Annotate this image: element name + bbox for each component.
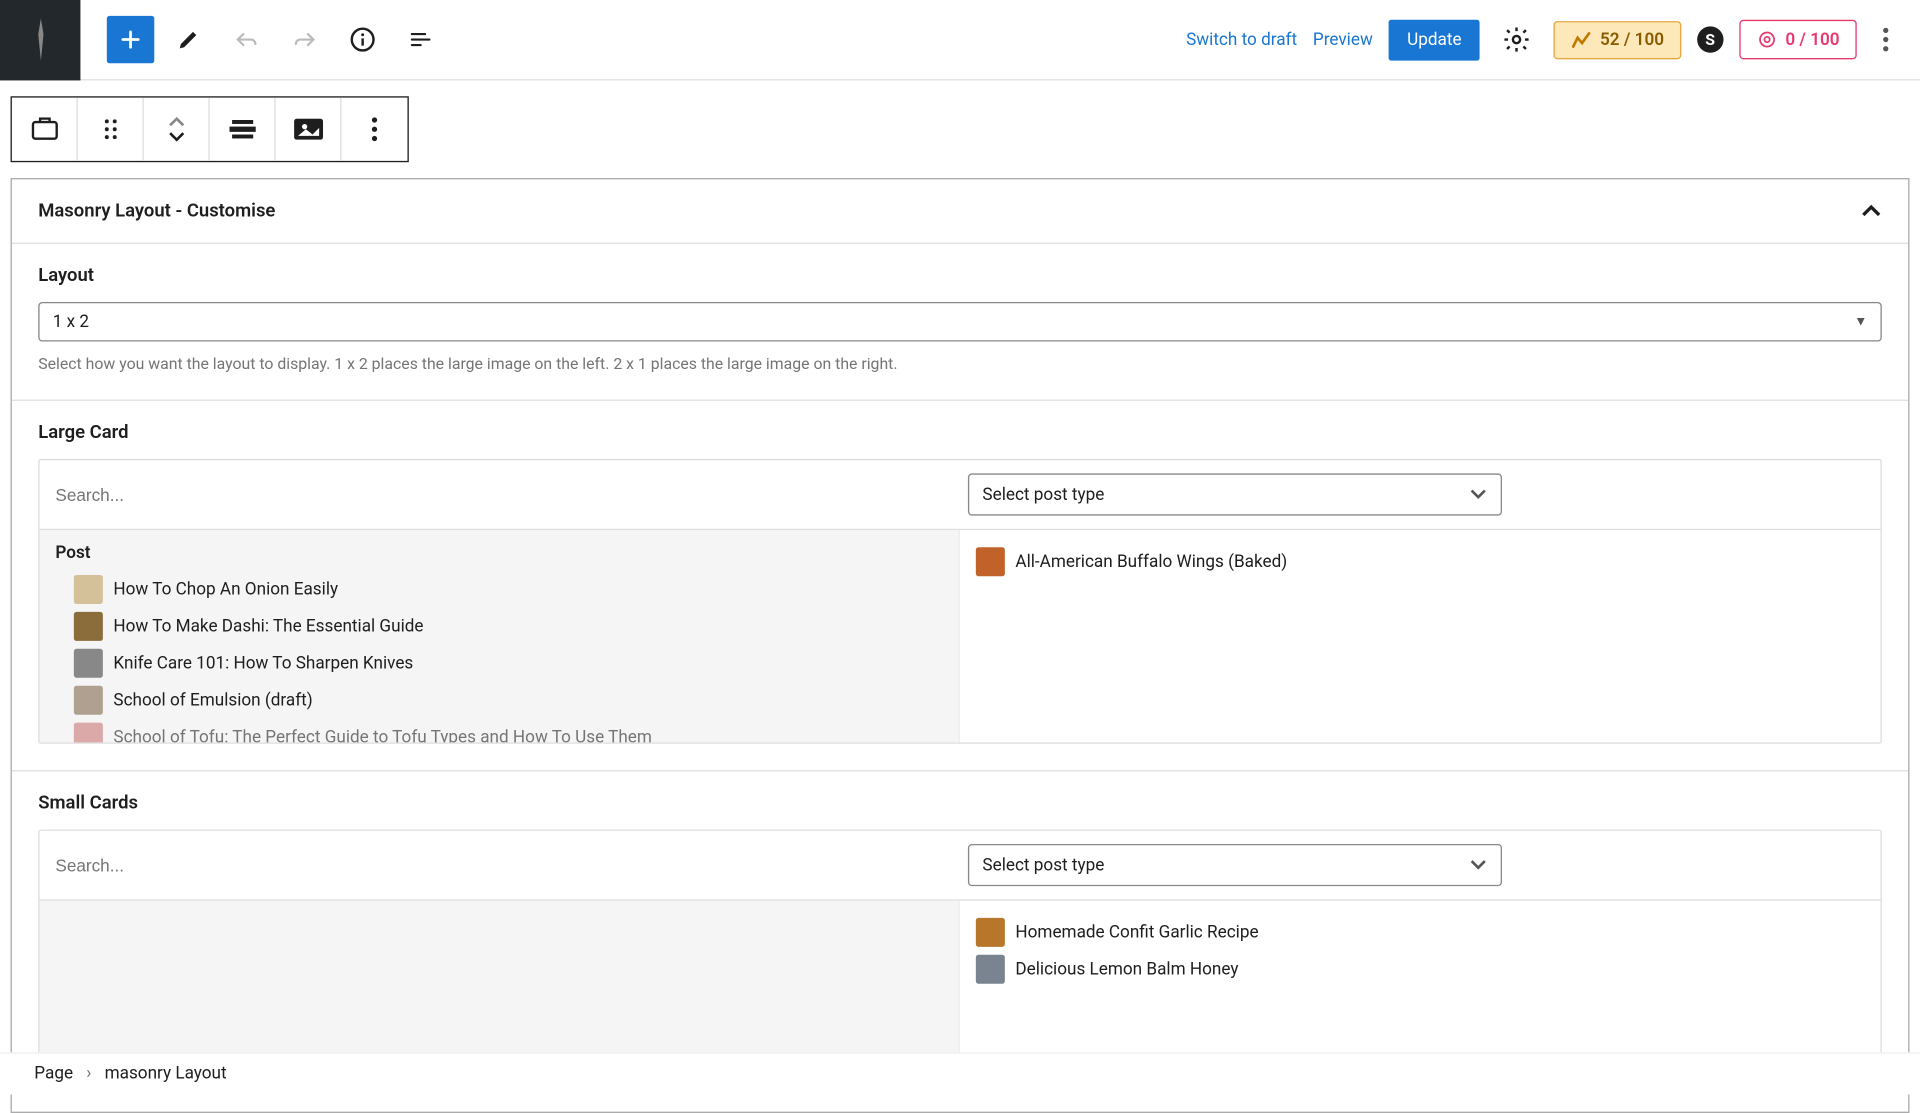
selected-item[interactable]: All-American Buffalo Wings (Baked)	[976, 543, 1865, 580]
list-item[interactable]: Knife Care 101: How To Sharpen Knives	[55, 645, 942, 682]
panel-title: Masonry Layout - Customise	[38, 200, 275, 221]
outline-icon[interactable]	[397, 16, 444, 63]
post-type-value: Select post type	[982, 485, 1104, 505]
layout-help-text: Select how you want the layout to displa…	[38, 355, 1882, 373]
large-card-label: Large Card	[38, 422, 1882, 443]
large-card-post-type-select[interactable]: Select post type	[968, 473, 1502, 515]
post-type-value: Select post type	[982, 855, 1104, 875]
readability-score-badge[interactable]: 0 / 100	[1739, 20, 1857, 60]
edit-icon[interactable]	[165, 16, 212, 63]
small-cards-search-input[interactable]	[55, 855, 952, 875]
block-toolbar	[11, 96, 409, 162]
layout-label: Layout	[38, 265, 1882, 286]
chevron-down-icon: ▼	[1854, 315, 1867, 330]
add-block-button[interactable]	[107, 16, 154, 63]
seo-score-text: 52 / 100	[1600, 30, 1664, 50]
switch-to-draft-link[interactable]: Switch to draft	[1186, 30, 1297, 50]
update-button[interactable]: Update	[1389, 19, 1480, 60]
move-down-icon[interactable]	[168, 129, 184, 161]
site-logo[interactable]	[0, 0, 80, 80]
breadcrumb-root[interactable]: Page	[34, 1064, 73, 1084]
settings-icon[interactable]	[1496, 18, 1538, 60]
large-card-search-input[interactable]	[55, 485, 952, 505]
post-group-label: Post	[55, 543, 942, 563]
drag-handle-icon[interactable]	[78, 98, 144, 161]
block-type-icon[interactable]	[12, 98, 78, 161]
breadcrumb-current: masonry Layout	[105, 1064, 227, 1084]
selected-item[interactable]: Delicious Lemon Balm Honey	[976, 951, 1865, 988]
panel-header[interactable]: Masonry Layout - Customise	[12, 179, 1908, 244]
list-item[interactable]: School of Tofu: The Perfect Guide to Tof…	[55, 719, 942, 743]
redo-icon[interactable]	[281, 16, 328, 63]
list-item[interactable]: How To Make Dashi: The Essential Guide	[55, 608, 942, 645]
block-more-icon[interactable]	[342, 98, 408, 161]
layout-select[interactable]: 1 x 2 ▼	[38, 302, 1882, 342]
chevron-down-icon	[1469, 860, 1487, 871]
selected-item[interactable]: Homemade Confit Garlic Recipe	[976, 914, 1865, 951]
list-item[interactable]: How To Chop An Onion Easily	[55, 571, 942, 608]
chevron-up-icon	[1861, 204, 1882, 217]
readability-score-text: 0 / 100	[1785, 30, 1839, 50]
small-cards-post-type-select[interactable]: Select post type	[968, 844, 1502, 886]
breadcrumb: Page › masonry Layout	[0, 1052, 1920, 1094]
list-item[interactable]: School of Emulsion (draft)	[55, 682, 942, 719]
more-options-icon[interactable]	[1873, 17, 1899, 62]
small-cards-label: Small Cards	[38, 793, 1882, 814]
layout-select-value: 1 x 2	[53, 312, 89, 332]
wide-align-icon[interactable]	[276, 98, 342, 161]
undo-icon[interactable]	[223, 16, 270, 63]
s-badge-icon[interactable]: S	[1697, 26, 1723, 52]
align-icon[interactable]	[210, 98, 276, 161]
chevron-down-icon	[1469, 489, 1487, 500]
info-icon[interactable]	[339, 16, 386, 63]
seo-score-badge[interactable]: 52 / 100	[1554, 20, 1681, 58]
preview-link[interactable]: Preview	[1313, 30, 1373, 50]
move-up-icon[interactable]	[168, 98, 184, 130]
breadcrumb-separator-icon: ›	[86, 1064, 91, 1084]
move-arrows	[144, 98, 210, 161]
